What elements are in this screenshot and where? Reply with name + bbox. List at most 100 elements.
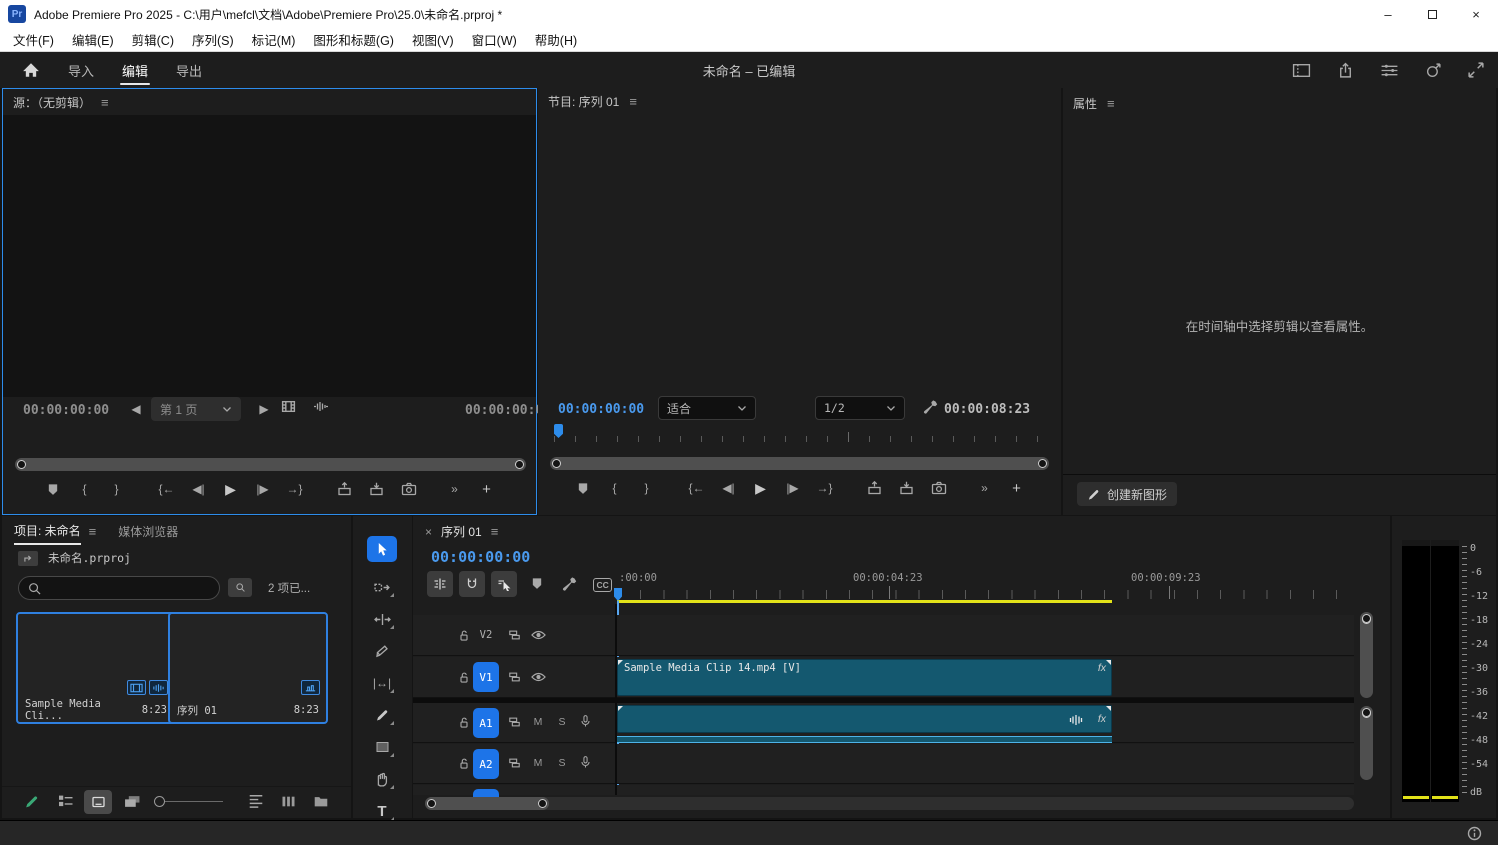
timeline-tab[interactable]: × 序列 01 ≡ <box>425 523 498 540</box>
menu-sequence[interactable]: 序列(S) <box>183 28 243 51</box>
timeline-ruler-ticks[interactable] <box>617 590 1357 599</box>
thumbnail-zoom-slider[interactable] <box>154 796 223 807</box>
v2-sync-lock-icon[interactable] <box>505 626 523 644</box>
a1-target-track-button[interactable]: A1 <box>473 708 499 738</box>
drag-video-only-icon[interactable] <box>281 400 296 413</box>
source-current-timecode[interactable]: 00:00:00:00 <box>23 403 109 418</box>
menu-window[interactable]: 窗口(W) <box>463 28 526 51</box>
step-forward-icon[interactable]: |▶ <box>782 478 804 498</box>
program-fit-select[interactable]: 适合 <box>658 396 756 420</box>
step-forward-icon[interactable]: |▶ <box>252 479 274 499</box>
project-breadcrumb[interactable]: 未命名.prproj <box>18 550 131 566</box>
add-marker-icon[interactable] <box>572 478 594 498</box>
icon-view-button[interactable] <box>84 790 112 814</box>
v2-toggle-visibility-eye-icon[interactable] <box>529 626 547 644</box>
source-zoom-scrollbar[interactable] <box>15 458 526 471</box>
menu-view[interactable]: 视图(V) <box>403 28 463 51</box>
mark-out-icon[interactable]: } <box>636 478 658 498</box>
program-mini-timeline[interactable] <box>552 424 1048 444</box>
automate-to-sequence-icon[interactable] <box>281 795 296 808</box>
a2-voice-record-mic-icon[interactable] <box>576 753 594 771</box>
source-prev-page-icon[interactable]: ◀ <box>125 399 147 419</box>
fullscreen-icon[interactable] <box>1468 62 1484 78</box>
settings-sliders-icon[interactable] <box>1380 64 1399 77</box>
drag-audio-only-icon[interactable] <box>313 400 329 413</box>
tab-project[interactable]: 项目: 未命名 <box>14 522 81 545</box>
rectangle-tool[interactable] <box>367 734 397 760</box>
extract-icon[interactable] <box>896 478 918 498</box>
snap-button[interactable] <box>459 571 485 597</box>
tab-media-browser[interactable]: 媒体浏览器 <box>118 523 178 544</box>
program-panel-menu-icon[interactable]: ≡ <box>629 94 637 109</box>
menu-help[interactable]: 帮助(H) <box>526 28 586 51</box>
video-badge-icon[interactable] <box>127 680 146 695</box>
tab-import[interactable]: 导入 <box>54 52 108 88</box>
add-button-icon[interactable]: + <box>1006 478 1028 498</box>
add-button-icon[interactable]: + <box>476 479 498 499</box>
properties-panel-menu-icon[interactable]: ≡ <box>1107 96 1115 111</box>
nest-sequence-button[interactable] <box>427 571 453 597</box>
tab-export[interactable]: 导出 <box>162 52 216 88</box>
a1-lock-icon[interactable] <box>455 713 473 731</box>
home-button[interactable] <box>8 52 54 88</box>
v1-toggle-visibility-eye-icon[interactable] <box>529 668 547 686</box>
timeline-horizontal-scrollbar[interactable] <box>425 797 1354 810</box>
go-to-in-icon[interactable]: {← <box>156 479 178 499</box>
play-icon[interactable]: ▶ <box>750 478 772 498</box>
freeform-view-icon[interactable] <box>124 795 140 808</box>
search-bin-button[interactable] <box>228 578 252 597</box>
menu-edit[interactable]: 编辑(E) <box>63 28 123 51</box>
timeline-video-vertical-scrollbar[interactable] <box>1360 612 1373 698</box>
project-panel-menu-icon[interactable]: ≡ <box>89 524 97 543</box>
a2-lock-icon[interactable] <box>455 754 473 772</box>
timeline-audio-vertical-scrollbar[interactable] <box>1360 706 1373 780</box>
project-writable-icon[interactable] <box>24 794 39 809</box>
audio-badge-icon[interactable] <box>149 680 168 695</box>
captions-cc-icon[interactable]: CC <box>593 578 612 592</box>
selection-tool[interactable] <box>367 536 397 562</box>
audio-clip-sample-media[interactable]: fx <box>617 705 1112 733</box>
a1-sync-lock-icon[interactable] <box>505 713 523 731</box>
maximize-button[interactable] <box>1410 0 1454 28</box>
slip-tool[interactable]: |↔| <box>367 670 397 696</box>
overwrite-icon[interactable] <box>366 479 388 499</box>
source-panel-menu-icon[interactable]: ≡ <box>101 95 109 110</box>
v2-lock-icon[interactable] <box>455 626 473 644</box>
v1-target-track-button[interactable]: V1 <box>473 662 499 692</box>
mark-in-icon[interactable]: { <box>74 479 96 499</box>
program-settings-wrench-icon[interactable] <box>922 399 938 415</box>
timeline-add-marker-icon[interactable] <box>531 577 543 590</box>
program-zoom-scrollbar[interactable] <box>550 457 1049 470</box>
a2-mute-button[interactable]: M <box>529 754 547 772</box>
v1-sync-lock-icon[interactable] <box>505 668 523 686</box>
sort-icon[interactable] <box>248 794 264 809</box>
ripple-edit-tool[interactable] <box>367 606 397 632</box>
a1-mute-button[interactable]: M <box>529 713 547 731</box>
audio-clip-gain-band[interactable] <box>617 736 1112 743</box>
timeline-panel-menu-icon[interactable]: ≡ <box>491 524 499 539</box>
pen-tool[interactable] <box>367 702 397 728</box>
program-video-preview[interactable] <box>570 126 1029 383</box>
project-search-input[interactable] <box>18 576 220 600</box>
list-view-icon[interactable] <box>58 795 74 808</box>
workspaces-icon[interactable] <box>1292 63 1311 78</box>
track-select-forward-tool[interactable] <box>367 574 397 600</box>
menu-file[interactable]: 文件(F) <box>4 28 63 51</box>
step-back-icon[interactable]: ◀| <box>718 478 740 498</box>
timeline-settings-wrench-icon[interactable] <box>561 576 577 592</box>
timeline-current-timecode[interactable]: 00:00:00:00 <box>431 548 530 566</box>
menu-graphics[interactable]: 图形和标题(G) <box>304 28 403 51</box>
a2-solo-button[interactable]: S <box>553 754 571 772</box>
v2-track-label[interactable]: V2 <box>477 626 495 644</box>
go-to-out-icon[interactable]: →} <box>814 478 836 498</box>
program-current-timecode[interactable]: 00:00:00:00 <box>558 402 644 417</box>
minimize-button[interactable]: – <box>1366 0 1410 28</box>
project-item-sequence-01[interactable]: 序列 01 8:23 <box>168 612 328 724</box>
close-button[interactable]: × <box>1454 0 1498 28</box>
project-item-sample-media-clip[interactable]: Sample Media Cli... 8:23 <box>16 612 176 724</box>
razor-tool[interactable] <box>367 638 397 664</box>
export-frame-icon[interactable] <box>398 479 420 499</box>
a2-target-track-button[interactable]: A2 <box>473 749 499 779</box>
close-sequence-icon[interactable]: × <box>425 525 432 539</box>
a3-target-track-button-partial[interactable] <box>473 789 499 797</box>
